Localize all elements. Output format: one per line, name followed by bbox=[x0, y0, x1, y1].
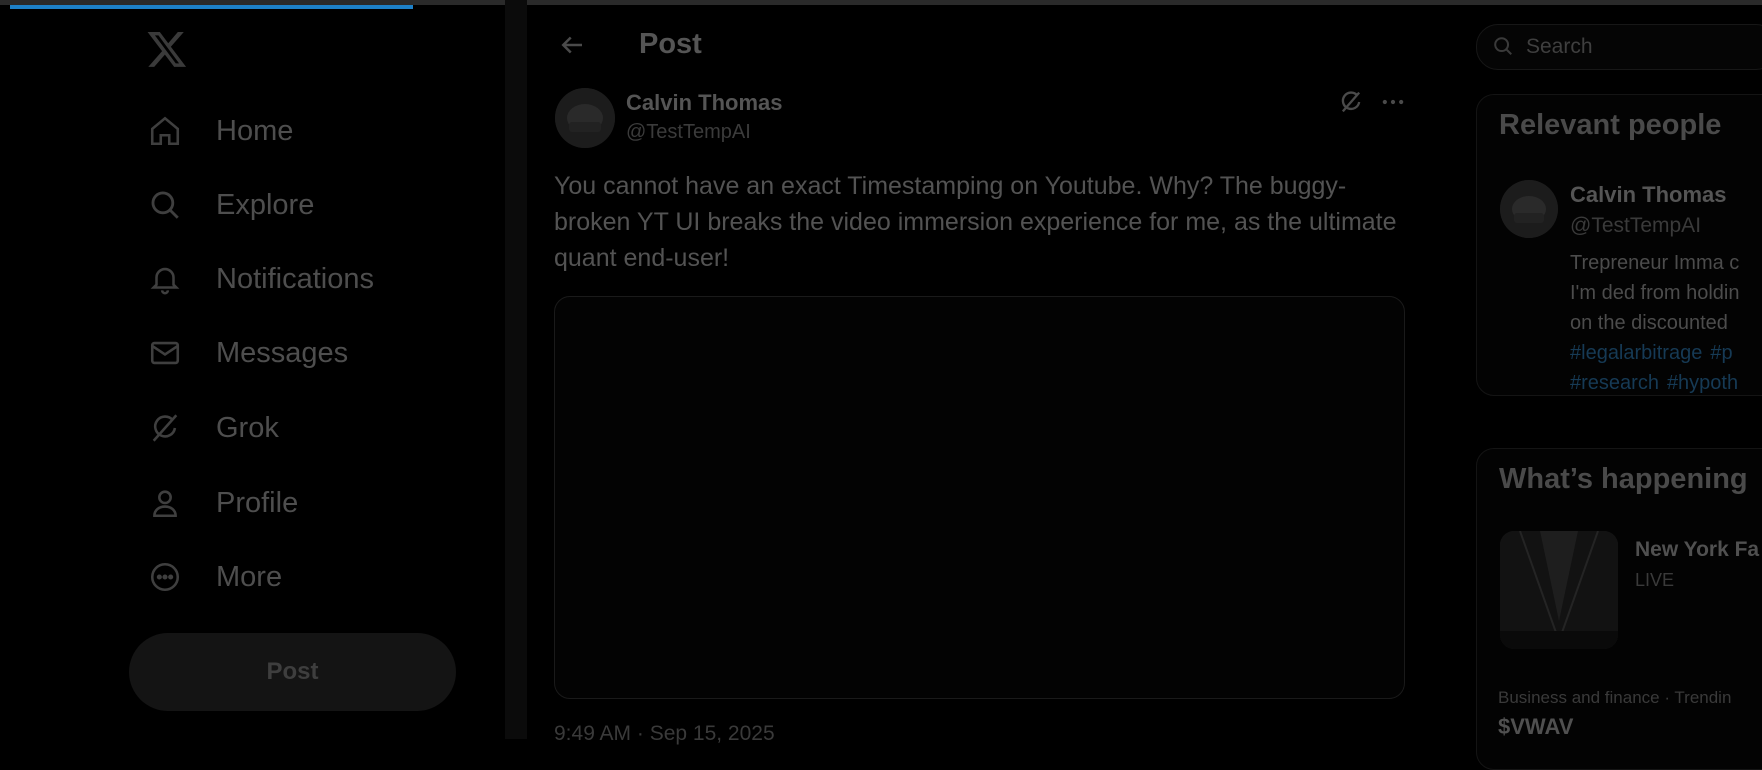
nav-home-label: Home bbox=[216, 114, 294, 147]
bio-line: Trepreneur Imma c bbox=[1570, 252, 1740, 274]
nav-more[interactable]: More bbox=[146, 549, 282, 605]
post-button[interactable]: Post bbox=[129, 633, 456, 711]
relevant-person-bio: Trepreneur Imma c I'm ded from holdin on… bbox=[1570, 248, 1762, 338]
author-name[interactable]: Calvin Thomas bbox=[626, 90, 782, 116]
envelope-icon bbox=[146, 334, 184, 372]
nav-grok[interactable]: Grok bbox=[146, 400, 279, 456]
search-icon bbox=[1492, 35, 1514, 57]
home-icon bbox=[146, 112, 184, 150]
person-icon bbox=[146, 484, 184, 522]
tweet-timestamp[interactable]: 9:49 AM · Sep 15, 2025 bbox=[554, 722, 775, 746]
trend-category: Business and finance · Trendin bbox=[1498, 688, 1732, 707]
hashtag-link[interactable]: #legalarbitrage bbox=[1570, 342, 1702, 364]
nav-profile[interactable]: Profile bbox=[146, 475, 298, 531]
nav-explore[interactable]: Explore bbox=[146, 177, 314, 233]
back-arrow-icon[interactable] bbox=[557, 30, 587, 60]
search-input[interactable] bbox=[1524, 32, 1758, 62]
relevant-person-hashtags: #legalarbitrage #p #research #hypoth bbox=[1570, 338, 1762, 398]
tweet-media[interactable] bbox=[554, 296, 1405, 699]
main-column: Post Calvin Thomas @TestTempAI You canno… bbox=[527, 0, 1452, 745]
trend-name[interactable]: $VWAV bbox=[1498, 714, 1573, 740]
grok-icon[interactable] bbox=[1337, 88, 1365, 116]
nav-notifications[interactable]: Notifications bbox=[146, 251, 374, 307]
bell-icon bbox=[146, 260, 184, 298]
bio-line: I'm ded from holdin bbox=[1570, 282, 1740, 304]
more-circle-icon bbox=[146, 558, 184, 596]
relevant-person-name[interactable]: Calvin Thomas bbox=[1570, 182, 1726, 208]
relevant-person-handle[interactable]: @TestTempAI bbox=[1570, 214, 1701, 238]
hashtag-link[interactable]: #research bbox=[1570, 372, 1659, 394]
page-title: Post bbox=[639, 28, 702, 60]
tweet-text: You cannot have an exact Timestamping on… bbox=[554, 172, 1397, 272]
nav-explore-label: Explore bbox=[216, 188, 315, 221]
nav-more-label: More bbox=[216, 560, 283, 593]
author-avatar[interactable] bbox=[555, 88, 615, 148]
grok-icon bbox=[146, 409, 184, 447]
hashtag-link[interactable]: #hypoth bbox=[1667, 372, 1738, 394]
hashtag-link[interactable]: #p bbox=[1710, 342, 1732, 364]
nav-messages-label: Messages bbox=[216, 336, 349, 369]
right-sidebar: Relevant people Calvin Thomas @TestTempA… bbox=[1452, 0, 1762, 770]
author-handle[interactable]: @TestTempAI bbox=[626, 121, 751, 144]
live-badge: LIVE bbox=[1635, 570, 1675, 590]
nav-home[interactable]: Home bbox=[146, 103, 293, 159]
whats-happening-title: What’s happening bbox=[1499, 463, 1748, 495]
nav-grok-label: Grok bbox=[216, 411, 279, 444]
search-icon bbox=[146, 186, 184, 224]
relevant-people-title: Relevant people bbox=[1499, 109, 1722, 141]
nav-notifications-label: Notifications bbox=[216, 262, 374, 295]
event-title[interactable]: New York Fa bbox=[1635, 538, 1759, 562]
x-logo-icon[interactable] bbox=[146, 28, 188, 70]
more-horizontal-icon[interactable] bbox=[1379, 88, 1407, 116]
nav-profile-label: Profile bbox=[216, 486, 299, 519]
relevant-person-avatar[interactable] bbox=[1500, 180, 1558, 238]
event-thumbnail[interactable] bbox=[1500, 531, 1618, 649]
bio-line: on the discounted bbox=[1570, 312, 1728, 334]
nav-messages[interactable]: Messages bbox=[146, 325, 348, 381]
left-navigation: Home Explore Notifications Messages Grok… bbox=[0, 0, 505, 739]
column-divider bbox=[505, 0, 527, 739]
